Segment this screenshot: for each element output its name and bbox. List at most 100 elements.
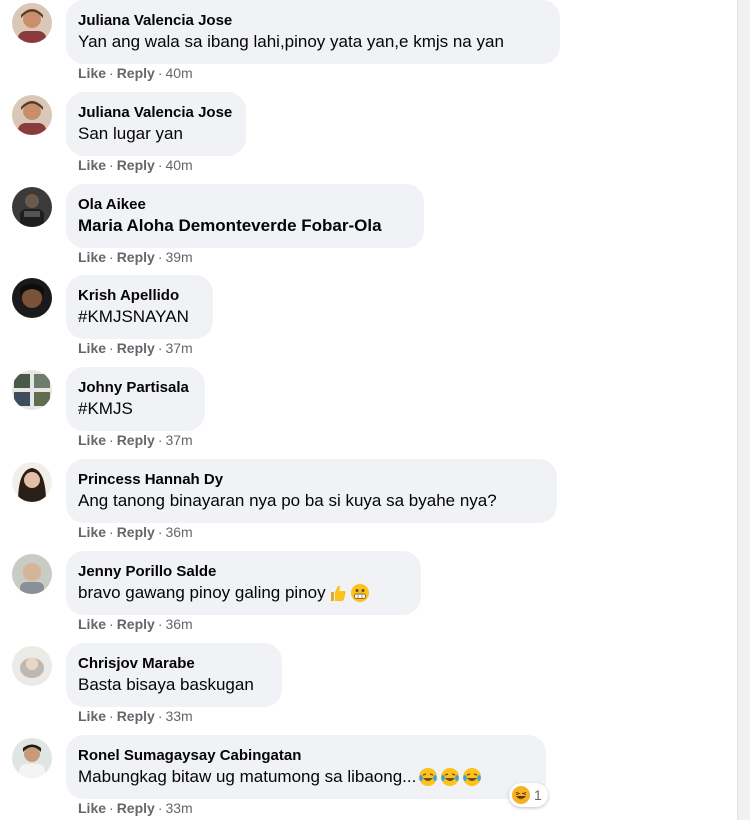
comment-author[interactable]: Ola Aikee xyxy=(78,195,412,215)
comment-author[interactable]: Johny Partisala xyxy=(78,378,193,398)
comment-timestamp[interactable]: 36m xyxy=(165,524,192,540)
comment-text: Mabungkag bitaw ug matumong sa libaong..… xyxy=(78,767,417,786)
separator: · xyxy=(109,157,114,173)
separator: · xyxy=(157,524,163,540)
scrollbar[interactable] xyxy=(737,0,750,820)
separator: · xyxy=(109,432,114,448)
separator: · xyxy=(157,157,163,173)
comment-text: San lugar yan xyxy=(78,124,183,143)
separator: · xyxy=(109,524,114,540)
reply-button[interactable]: Reply xyxy=(117,340,155,356)
comment-text: Yan ang wala sa ibang lahi,pinoy yata ya… xyxy=(78,32,504,51)
comment-item: Ronel Sumagaysay Cabingatan Mabungkag bi… xyxy=(12,735,732,827)
comment-timestamp[interactable]: 37m xyxy=(165,340,192,356)
like-button[interactable]: Like xyxy=(78,65,106,81)
separator: · xyxy=(109,249,114,265)
like-button[interactable]: Like xyxy=(78,157,106,173)
separator: · xyxy=(109,340,114,356)
comment-actions: Like · Reply · 37m xyxy=(78,432,193,448)
avatar[interactable] xyxy=(12,278,52,318)
comment-author[interactable]: Krish Apellido xyxy=(78,286,201,306)
comment-item: Krish Apellido #KMJSNAYAN Like · Reply · 37m xyxy=(12,275,732,367)
comment-text[interactable]: #KMJS xyxy=(78,398,193,420)
like-button[interactable]: Like xyxy=(78,340,106,356)
like-button[interactable]: Like xyxy=(78,524,106,540)
comment-text: Ang tanong binayaran nya po ba si kuya s… xyxy=(78,491,497,510)
comment-actions: Like · Reply · 40m xyxy=(78,65,193,81)
comment-author[interactable]: Juliana Valencia Jose xyxy=(78,103,234,123)
comment-actions: Like · Reply · 33m xyxy=(78,708,193,724)
comment-bubble: Juliana Valencia Jose San lugar yan xyxy=(66,92,246,156)
comment-text-row: bravo gawang pinoy galing pinoy xyxy=(78,582,409,604)
thumbs-up-emoji-icon xyxy=(330,585,346,601)
avatar[interactable] xyxy=(12,95,52,135)
comment-timestamp[interactable]: 40m xyxy=(165,65,192,81)
like-button[interactable]: Like xyxy=(78,249,106,265)
comment-author[interactable]: Ronel Sumagaysay Cabingatan xyxy=(78,746,534,766)
separator: · xyxy=(109,708,114,724)
comment-timestamp[interactable]: 33m xyxy=(165,708,192,724)
laughing-tears-emoji-icon xyxy=(441,768,460,786)
like-button[interactable]: Like xyxy=(78,708,106,724)
avatar[interactable] xyxy=(12,462,52,502)
comment-timestamp[interactable]: 40m xyxy=(165,157,192,173)
separator: · xyxy=(109,616,114,632)
separator: · xyxy=(157,65,163,81)
reply-button[interactable]: Reply xyxy=(117,157,155,173)
comment-author[interactable]: Juliana Valencia Jose xyxy=(78,11,548,31)
comment-text[interactable]: #KMJSNAYAN xyxy=(78,306,201,328)
avatar[interactable] xyxy=(12,738,52,778)
comment-timestamp[interactable]: 33m xyxy=(165,800,192,816)
comment-bubble: Krish Apellido #KMJSNAYAN xyxy=(66,275,213,339)
avatar[interactable] xyxy=(12,187,52,227)
comment-bubble: Ronel Sumagaysay Cabingatan Mabungkag bi… xyxy=(66,735,546,799)
comment-item: Princess Hannah Dy Ang tanong binayaran … xyxy=(12,459,732,551)
comment-author[interactable]: Chrisjov Marabe xyxy=(78,654,270,674)
separator: · xyxy=(157,340,163,356)
haha-reaction-icon xyxy=(512,786,530,804)
avatar[interactable] xyxy=(12,3,52,43)
reaction-summary[interactable]: 1 xyxy=(509,783,548,807)
reply-button[interactable]: Reply xyxy=(117,432,155,448)
comment-item: Juliana Valencia Jose San lugar yan Like… xyxy=(12,92,732,184)
comment-bubble: Chrisjov Marabe Basta bisaya baskugan xyxy=(66,643,282,707)
comment-bubble: Jenny Porillo Salde bravo gawang pinoy g… xyxy=(66,551,421,615)
reply-button[interactable]: Reply xyxy=(117,249,155,265)
laughing-tears-emoji-icon xyxy=(463,768,482,786)
comment-actions: Like · Reply · 36m xyxy=(78,616,193,632)
separator: · xyxy=(109,800,114,816)
comment-bubble: Johny Partisala #KMJS xyxy=(66,367,205,431)
separator: · xyxy=(157,432,163,448)
comment-timestamp[interactable]: 36m xyxy=(165,616,192,632)
comment-actions: Like · Reply · 39m xyxy=(78,249,193,265)
comment-timestamp[interactable]: 39m xyxy=(165,249,192,265)
comment-text-row: Mabungkag bitaw ug matumong sa libaong..… xyxy=(78,766,534,788)
comment-item: Chrisjov Marabe Basta bisaya baskugan Li… xyxy=(12,643,732,735)
separator: · xyxy=(109,65,114,81)
reply-button[interactable]: Reply xyxy=(117,708,155,724)
avatar[interactable] xyxy=(12,554,52,594)
like-button[interactable]: Like xyxy=(78,432,106,448)
reply-button[interactable]: Reply xyxy=(117,65,155,81)
comment-actions: Like · Reply · 40m xyxy=(78,157,193,173)
comment-item: Johny Partisala #KMJS Like · Reply · 37m xyxy=(12,367,732,459)
reply-button[interactable]: Reply xyxy=(117,616,155,632)
reply-button[interactable]: Reply xyxy=(117,800,155,816)
like-button[interactable]: Like xyxy=(78,800,106,816)
comment-bubble: Princess Hannah Dy Ang tanong binayaran … xyxy=(66,459,557,523)
comment-text[interactable]: Maria Aloha Demonteverde Fobar-Ola xyxy=(78,215,412,237)
comment-author[interactable]: Princess Hannah Dy xyxy=(78,470,545,490)
separator: · xyxy=(157,800,163,816)
comment-actions: Like · Reply · 36m xyxy=(78,524,193,540)
like-button[interactable]: Like xyxy=(78,616,106,632)
comment-item: Ola Aikee Maria Aloha Demonteverde Fobar… xyxy=(12,184,732,276)
comment-bubble: Ola Aikee Maria Aloha Demonteverde Fobar… xyxy=(66,184,424,248)
comment-item: Juliana Valencia Jose Yan ang wala sa ib… xyxy=(12,0,732,92)
reaction-count: 1 xyxy=(534,787,542,803)
avatar[interactable] xyxy=(12,646,52,686)
comment-text: Basta bisaya baskugan xyxy=(78,675,254,694)
comment-timestamp[interactable]: 37m xyxy=(165,432,192,448)
reply-button[interactable]: Reply xyxy=(117,524,155,540)
avatar[interactable] xyxy=(12,370,52,410)
comment-author[interactable]: Jenny Porillo Salde xyxy=(78,562,409,582)
